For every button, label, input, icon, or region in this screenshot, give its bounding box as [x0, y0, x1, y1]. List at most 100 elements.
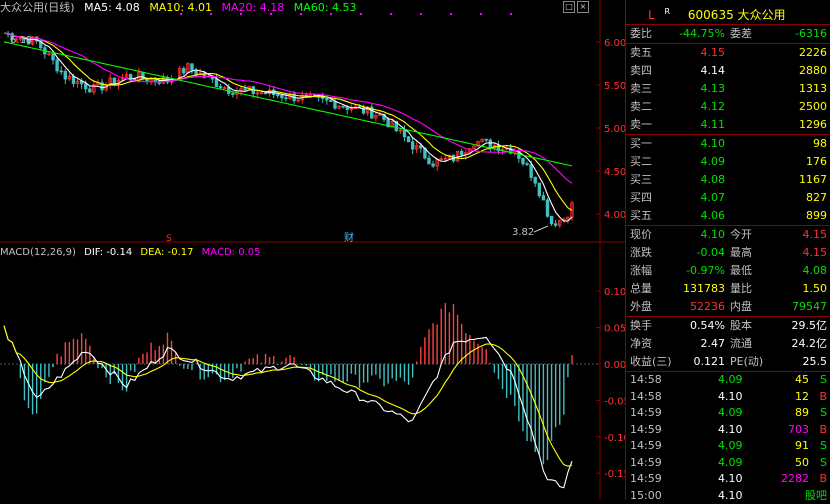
trade-row: 14:594.10703B: [626, 422, 830, 439]
stat-value: 24.2亿: [792, 335, 828, 353]
dif-label: DIF: -0.14: [84, 247, 132, 258]
candle-body: [219, 87, 222, 88]
stat-label: 现价: [630, 226, 652, 244]
candle-body: [326, 98, 329, 100]
weicha-value: -6316: [795, 25, 827, 43]
trade-row: 15:004.10股吧: [626, 488, 830, 504]
buy-level-row[interactable]: 买一4.1098: [626, 135, 830, 153]
candle-body: [334, 102, 337, 109]
ma10-label: MA10: 4.01: [149, 1, 212, 14]
macd-axis-label: 0.00: [604, 360, 625, 371]
stock-short-name: 大众公用: [738, 8, 786, 22]
buy-level-row[interactable]: 买三4.081167: [626, 171, 830, 189]
order-level-label: 买二: [630, 153, 652, 171]
order-volume: 98: [813, 135, 827, 153]
buy-level-row[interactable]: 买五4.06899: [626, 207, 830, 225]
trade-price: 4.10: [718, 488, 743, 504]
stat-value: -0.97%: [686, 262, 725, 280]
order-level-label: 卖四: [630, 62, 652, 80]
stat-label: 最高: [730, 244, 752, 262]
high-price-marker: 6.18: [10, 35, 32, 46]
sell-level-row[interactable]: 卖二4.122500: [626, 98, 830, 116]
order-volume: 176: [806, 153, 827, 171]
sell-book: 卖五4.152226卖四4.142880卖三4.131313卖二4.122500…: [626, 44, 830, 135]
order-level-label: 买四: [630, 189, 652, 207]
trade-list[interactable]: 14:584.0945S14:584.1012B14:594.0989S14:5…: [626, 372, 830, 504]
stat-value: 4.15: [803, 226, 828, 244]
stat-label: 总量: [630, 280, 652, 298]
low-price-marker: 3.82: [512, 227, 534, 238]
stat-label: 最低: [730, 262, 752, 280]
order-volume: 2500: [799, 98, 827, 116]
order-level-label: 卖二: [630, 98, 652, 116]
ma20-line: [4, 33, 572, 183]
candle-body: [530, 165, 533, 178]
candle-body: [489, 140, 492, 148]
trade-volume: 50: [795, 455, 809, 472]
trade-time: 14:59: [630, 438, 662, 455]
trade-price: 4.10: [718, 389, 743, 406]
candle-body: [64, 71, 67, 79]
candle-body: [342, 106, 345, 107]
sell-level-row[interactable]: 卖三4.131313: [626, 80, 830, 98]
order-level-label: 买三: [630, 171, 652, 189]
macd-axis-label: 0.10: [604, 287, 625, 298]
trade-time: 14:59: [630, 455, 662, 472]
trade-volume: 91: [795, 438, 809, 455]
trade-direction: S: [820, 405, 827, 422]
order-price: 4.15: [701, 44, 726, 62]
ma20-label: MA20: 4.18: [222, 1, 285, 14]
maximize-button[interactable]: □: [563, 1, 575, 13]
candle-body: [432, 164, 435, 166]
trade-price: 4.09: [718, 372, 743, 389]
candle-body: [428, 158, 431, 164]
ma10-line: [4, 33, 572, 210]
trade-direction: B: [819, 422, 827, 439]
sell-level-row[interactable]: 卖四4.142880: [626, 62, 830, 80]
candle-body: [281, 95, 284, 97]
sell-level-row[interactable]: 卖一4.111296: [626, 116, 830, 134]
order-volume: 827: [806, 189, 827, 207]
candle-body: [542, 196, 545, 200]
order-volume: 2880: [799, 62, 827, 80]
stat-row: 净资2.47流通24.2亿: [626, 335, 830, 353]
macd-title: MACD(12,26,9): [0, 247, 76, 258]
buy-level-row[interactable]: 买二4.09176: [626, 153, 830, 171]
price-axis-label: 4.50: [604, 167, 625, 178]
stat-label: 内盘: [730, 298, 752, 316]
trade-price: 4.10: [718, 471, 743, 488]
order-level-label: 卖五: [630, 44, 652, 62]
trade-volume: 2282: [781, 471, 809, 488]
buy-book: 买一4.1098买二4.09176买三4.081167买四4.07827买五4.…: [626, 135, 830, 226]
order-level-label: 卖一: [630, 116, 652, 134]
buy-level-row[interactable]: 买四4.07827: [626, 189, 830, 207]
candle-body: [407, 137, 410, 142]
stat-row: 涨跌-0.04最高4.15: [626, 244, 830, 262]
stat-value: 4.10: [701, 226, 726, 244]
stock-title: 大众公用(日线): [0, 1, 75, 14]
stat-row: 换手0.54%股本29.5亿: [626, 317, 830, 335]
close-button[interactable]: ×: [577, 1, 589, 13]
candle-body: [52, 54, 55, 60]
candle-body: [56, 60, 59, 71]
stat-value: 4.08: [803, 262, 828, 280]
candle-body: [522, 158, 525, 163]
stat-label: 流通: [730, 335, 752, 353]
stat-label: 外盘: [630, 298, 652, 316]
candle-body: [72, 76, 75, 83]
order-price: 4.06: [701, 207, 726, 225]
trade-price: 4.10: [718, 422, 743, 439]
stat-value: 1.50: [803, 280, 828, 298]
stat-row: 收益(三)0.121PE(动)25.5: [626, 353, 830, 371]
stat-value: 79547: [792, 298, 827, 316]
order-volume: 1313: [799, 80, 827, 98]
trade-direction: B: [819, 389, 827, 406]
candle-body: [89, 89, 92, 92]
stat-label: 量比: [730, 280, 752, 298]
stat-row: 涨幅-0.97%最低4.08: [626, 262, 830, 280]
trade-direction: S: [820, 372, 827, 389]
weicha-label: 委差: [730, 25, 752, 43]
sell-level-row[interactable]: 卖五4.152226: [626, 44, 830, 62]
stat-label: 净资: [630, 335, 652, 353]
ma60-label: MA60: 4.53: [294, 1, 357, 14]
